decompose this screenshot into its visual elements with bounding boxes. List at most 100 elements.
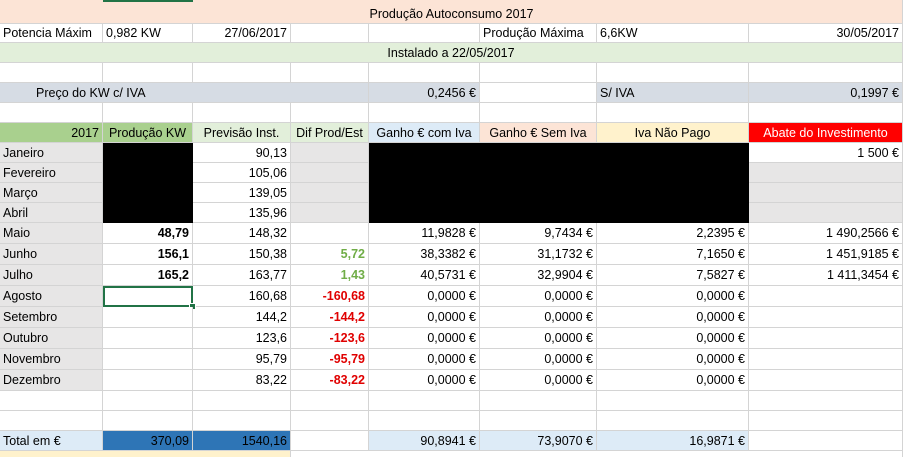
cell-gsiva[interactable]: 0,0000 € [480,370,597,391]
cell-iva[interactable]: 0,0000 € [597,349,749,370]
cell-prev[interactable]: 90,13 [193,143,291,163]
cell-abate[interactable] [749,328,903,349]
cell-potencia-date[interactable]: 27/06/2017 [193,23,291,43]
cell-empty[interactable] [291,391,369,411]
cell-dif[interactable]: -123,6 [291,328,369,349]
cell-abate[interactable] [749,370,903,391]
cell-empty[interactable] [597,411,749,431]
total-label[interactable]: Total em € [0,431,103,451]
cell-prev[interactable]: 150,38 [193,244,291,265]
cell-gsiva[interactable]: 0,0000 € [480,328,597,349]
cell-prod[interactable] [103,328,193,349]
cell-prev[interactable]: 83,22 [193,370,291,391]
cell-empty[interactable] [749,63,903,83]
cell-dif[interactable] [291,163,369,183]
cell-abate[interactable]: 1 411,3454 € [749,265,903,286]
cell-dif[interactable]: -160,68 [291,286,369,307]
cell-name[interactable]: Março [0,183,103,203]
cell-empty[interactable] [0,391,103,411]
cell-empty[interactable] [480,63,597,83]
cell-gsiva[interactable]: 9,7434 € [480,223,597,244]
cell-name[interactable]: Julho [0,265,103,286]
cell-name[interactable]: Outubro [0,328,103,349]
cell-dif[interactable] [291,203,369,223]
header-iva[interactable]: Iva Não Pago [597,123,749,143]
cell-empty[interactable] [480,411,597,431]
total-iva[interactable]: 16,9871 € [597,431,749,451]
cell-prev[interactable]: 123,6 [193,328,291,349]
cell-iva[interactable]: 0,0000 € [597,370,749,391]
cell-preco-label[interactable]: Preço do KW c/ IVA [0,83,369,103]
cell-abate[interactable] [749,286,903,307]
cell-empty[interactable] [103,411,193,431]
cell-iva[interactable]: 2,2395 € [597,223,749,244]
cell-empty[interactable] [291,411,369,431]
cell-preco-siva[interactable]: 0,1997 € [749,83,903,103]
cell-prod[interactable] [103,307,193,328]
cell-iva[interactable]: 0,0000 € [597,328,749,349]
cell-abate[interactable]: 1 500 € [749,143,903,163]
cell-empty[interactable] [480,103,597,123]
cell-empty[interactable] [0,411,103,431]
cell-dif[interactable]: 1,43 [291,265,369,286]
cell-iva[interactable]: 0,0000 € [597,286,749,307]
cell-name[interactable]: Junho [0,244,103,265]
cell-empty[interactable] [291,23,369,43]
cell-prod[interactable] [103,349,193,370]
cell-empty[interactable] [749,391,903,411]
cell-empty[interactable] [369,23,480,43]
header-producao[interactable]: Produção KW [103,123,193,143]
cell-prod[interactable]: 165,2 [103,265,193,286]
cell-prod[interactable]: 156,1 [103,244,193,265]
cell-prod[interactable] [103,370,193,391]
cell-prev[interactable]: 144,2 [193,307,291,328]
cell-empty[interactable] [597,391,749,411]
cell-prev[interactable]: 135,96 [193,203,291,223]
cell-empty[interactable] [291,63,369,83]
cell-name[interactable]: Abril [0,203,103,223]
cell-prev[interactable]: 163,77 [193,265,291,286]
cell-empty[interactable] [291,431,369,451]
header-year[interactable]: 2017 [0,123,103,143]
cell-name[interactable]: Dezembro [0,370,103,391]
cell-gciva[interactable]: 0,0000 € [369,307,480,328]
sheet-title[interactable]: Produção Autoconsumo 2017 [0,2,902,23]
cell-empty[interactable] [193,411,291,431]
cell-prev[interactable]: 139,05 [193,183,291,203]
cell-dif[interactable] [291,183,369,203]
header-ganho-civa[interactable]: Ganho € com Iva [369,123,480,143]
cell-empty[interactable] [0,63,103,83]
cell-dif[interactable] [291,223,369,244]
cell-dif[interactable]: -95,79 [291,349,369,370]
cell-empty[interactable] [0,451,291,457]
cell-abate[interactable] [749,163,903,183]
cell-gsiva[interactable]: 32,9904 € [480,265,597,286]
header-dif[interactable]: Dif Prod/Est [291,123,369,143]
cell-iva[interactable]: 7,5827 € [597,265,749,286]
cell-gciva[interactable]: 0,0000 € [369,328,480,349]
cell-potencia-value[interactable]: 0,982 KW [103,23,193,43]
cell-prev[interactable]: 160,68 [193,286,291,307]
cell-empty[interactable] [749,431,903,451]
cell-prod[interactable]: 48,79 [103,223,193,244]
cell-name[interactable]: Fevereiro [0,163,103,183]
cell-prev[interactable]: 148,32 [193,223,291,244]
cell-name[interactable]: Agosto [0,286,103,307]
cell-gciva[interactable]: 11,9828 € [369,223,480,244]
cell-gsiva[interactable]: 31,1732 € [480,244,597,265]
cell-empty[interactable] [103,103,193,123]
cell-empty[interactable] [369,411,480,431]
cell-abate[interactable] [749,307,903,328]
cell-prod-max-label[interactable]: Produção Máxima [480,23,597,43]
total-producao[interactable]: 370,09 [103,431,193,451]
cell-prev[interactable]: 95,79 [193,349,291,370]
cell-empty[interactable] [369,391,480,411]
cell-empty[interactable] [597,63,749,83]
cell-prev[interactable]: 105,06 [193,163,291,183]
cell-abate[interactable]: 1 490,2566 € [749,223,903,244]
total-ganho-siva[interactable]: 73,9070 € [480,431,597,451]
header-ganho-siva[interactable]: Ganho € Sem Iva [480,123,597,143]
cell-dif[interactable]: 5,72 [291,244,369,265]
cell-gciva[interactable]: 0,0000 € [369,286,480,307]
header-previsao[interactable]: Previsão Inst. [193,123,291,143]
